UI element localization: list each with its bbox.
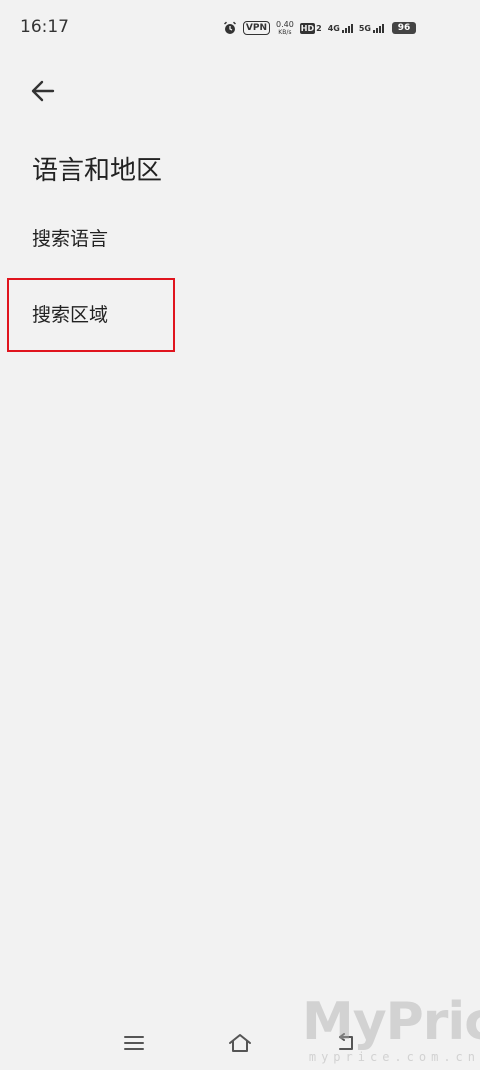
menu-icon (124, 1036, 144, 1050)
network-speed: 0.40 KB/s (275, 19, 294, 36)
hd-voice-icon: HD (299, 22, 316, 34)
highlight-box (7, 278, 175, 352)
back-button[interactable] (28, 76, 58, 106)
status-icons: VPN 0.40 KB/s HD 2 4G 5G (223, 18, 384, 38)
signal-4g-icon: 4G (328, 23, 353, 33)
status-time: 16:17 (20, 17, 69, 37)
navigation-bar (0, 1020, 480, 1070)
vpn-icon: VPN (242, 21, 270, 35)
back-icon (339, 1033, 353, 1050)
status-bar: 16:17 VPN 0.40 KB/s HD 2 4G 5G 96 (0, 0, 480, 56)
arrow-left-icon (31, 80, 55, 102)
search-language-item[interactable]: 搜索语言 (32, 224, 108, 251)
nav-home-button[interactable] (222, 1030, 258, 1056)
page-title: 语言和地区 (32, 156, 163, 186)
nav-back-button[interactable] (328, 1030, 364, 1056)
hd-sub-label: 2 (316, 23, 322, 33)
home-icon (229, 1034, 251, 1052)
speed-unit: KB/s (278, 28, 292, 36)
signal-5g-icon: 5G (359, 23, 384, 33)
alarm-icon (223, 21, 237, 35)
nav-menu-button[interactable] (116, 1030, 152, 1056)
speed-value: 0.40 (275, 19, 294, 29)
battery-icon: 96 (392, 22, 416, 34)
